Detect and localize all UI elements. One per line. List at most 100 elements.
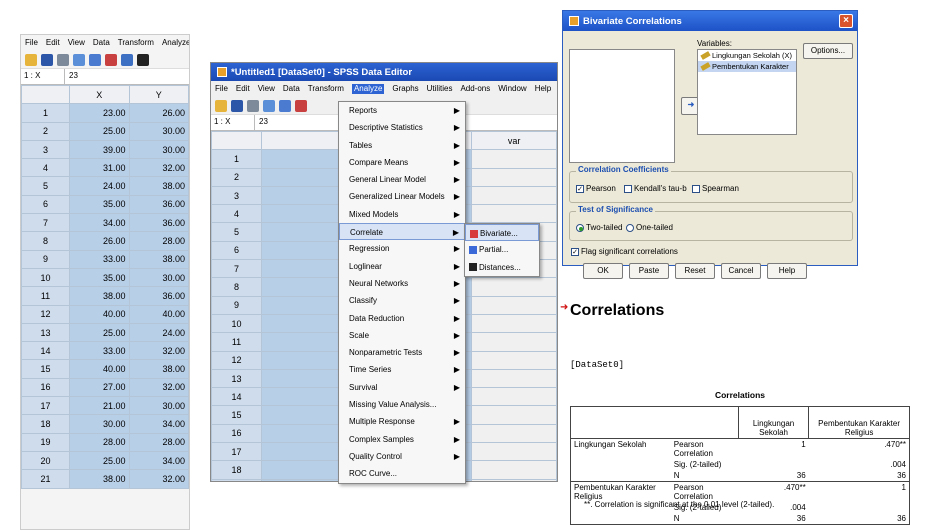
empty-cell[interactable] (471, 350, 557, 370)
row-number[interactable]: 5 (21, 176, 70, 196)
menu-item[interactable]: Complex Samples ▶ (339, 431, 465, 448)
data-cell[interactable]: 34.00 (69, 213, 130, 233)
empty-cell[interactable] (471, 149, 557, 169)
row-number[interactable]: 13 (211, 368, 262, 389)
row-number[interactable]: 3 (21, 139, 70, 160)
dialog-recall-icon[interactable] (73, 53, 85, 66)
row-number[interactable]: 9 (211, 295, 262, 315)
goto-chart-icon[interactable] (105, 53, 117, 66)
undo-icon[interactable] (279, 99, 291, 112)
menu-item-file[interactable]: File (215, 84, 228, 94)
dialog-recall-icon[interactable] (263, 99, 275, 112)
menu-item[interactable]: Correlate ▶ (339, 223, 465, 241)
empty-cell[interactable] (471, 405, 557, 425)
options-button[interactable]: Options... (803, 43, 853, 59)
data-cell[interactable]: 24.00 (69, 176, 130, 196)
data-cell[interactable]: 32.00 (128, 158, 189, 178)
data-cell[interactable]: 30.00 (128, 139, 189, 160)
data-cell[interactable]: 28.00 (69, 432, 130, 452)
empty-cell[interactable] (471, 387, 557, 407)
menu-item-file[interactable]: File (25, 38, 38, 48)
reset-button[interactable]: Reset (675, 263, 715, 279)
data-cell[interactable]: 38.00 (69, 469, 130, 489)
menu-item[interactable]: Generalized Linear Models ▶ (339, 188, 465, 205)
data-cell[interactable]: 23.00 (69, 103, 130, 123)
row-number[interactable]: 4 (211, 204, 262, 224)
menu-item[interactable]: Tables ▶ (339, 137, 465, 154)
row-number[interactable]: 18 (21, 414, 70, 434)
data-cell[interactable]: 36.00 (128, 194, 189, 215)
menu-item-edit[interactable]: Edit (46, 38, 60, 48)
empty-cell[interactable] (471, 368, 557, 389)
menu-item[interactable]: Regression ▶ (339, 240, 465, 257)
menu-item[interactable]: Scale ▶ (339, 327, 465, 344)
row-number[interactable]: 16 (21, 377, 70, 398)
row-number[interactable]: 14 (21, 341, 70, 361)
menu-item-transform[interactable]: Transform (118, 38, 154, 48)
row-number[interactable]: 3 (211, 185, 262, 206)
data-cell[interactable]: 39.00 (69, 139, 130, 160)
save-icon[interactable] (231, 99, 243, 112)
row-number[interactable]: 8 (21, 231, 70, 251)
data-cell[interactable]: 35.00 (69, 267, 130, 288)
save-icon[interactable] (41, 53, 53, 66)
row-number[interactable]: 5 (211, 222, 262, 242)
data-cell[interactable]: 25.00 (69, 322, 130, 343)
row-number[interactable]: 11 (211, 332, 262, 352)
submenu-item[interactable]: Distances... (465, 259, 539, 276)
menu-item-view[interactable]: View (258, 84, 275, 94)
row-number[interactable]: 13 (21, 322, 70, 343)
data-cell[interactable]: 40.00 (69, 359, 130, 379)
menu-item[interactable]: Reports ▶ (339, 102, 465, 119)
goto-chart-icon[interactable] (295, 99, 307, 112)
undo-icon[interactable] (89, 53, 101, 66)
data-cell[interactable]: 40.00 (128, 304, 189, 324)
data-cell[interactable]: 36.00 (128, 286, 189, 306)
menu-item-data[interactable]: Data (283, 84, 300, 94)
row-number[interactable]: 19 (21, 432, 70, 452)
row-number[interactable]: 16 (211, 423, 262, 444)
menu-item-data[interactable]: Data (93, 38, 110, 48)
empty-cell[interactable] (471, 332, 557, 352)
data-cell[interactable]: 36.00 (128, 213, 189, 233)
paste-button[interactable]: Paste (629, 263, 669, 279)
menu-item[interactable]: ROC Curve... (339, 465, 465, 482)
row-number[interactable]: 21 (21, 469, 70, 489)
empty-cell[interactable] (471, 277, 557, 297)
data-cell[interactable]: 38.00 (128, 249, 189, 269)
row-number[interactable]: 19 (211, 478, 262, 481)
ok-button[interactable]: OK (583, 263, 623, 279)
empty-cell[interactable] (471, 460, 557, 480)
target-variable-list[interactable]: Lingkungan Sekolah (X) Pembentukan Karakt… (697, 49, 797, 135)
menu-item[interactable]: Data Reduction ▶ (339, 310, 465, 327)
row-number[interactable]: 12 (21, 304, 70, 324)
row-number[interactable]: 17 (21, 396, 70, 416)
one-tailed-radio[interactable]: One-tailed (626, 223, 673, 232)
empty-cell[interactable] (471, 313, 557, 334)
help-button[interactable]: Help (767, 263, 807, 279)
data-cell[interactable]: 28.00 (128, 231, 189, 251)
row-number[interactable]: 20 (21, 450, 70, 471)
column-header[interactable]: X (69, 84, 130, 105)
row-number[interactable]: 18 (211, 460, 262, 480)
menu-item-addons[interactable]: Add-ons (460, 84, 490, 94)
data-cell[interactable]: 38.00 (128, 359, 189, 379)
row-number[interactable]: 6 (21, 194, 70, 215)
data-cell[interactable]: 30.00 (128, 396, 189, 416)
data-cell[interactable]: 30.00 (128, 121, 189, 141)
empty-cell[interactable] (471, 204, 557, 224)
data-cell[interactable]: 34.00 (128, 450, 189, 471)
data-cell[interactable]: 38.00 (69, 286, 130, 306)
cell-value[interactable]: 23 (255, 115, 272, 130)
menu-item[interactable]: Neural Networks ▶ (339, 275, 465, 292)
empty-cell[interactable] (471, 423, 557, 444)
data-cell[interactable]: 26.00 (69, 231, 130, 251)
data-cell[interactable]: 27.00 (69, 377, 130, 398)
print-icon[interactable] (57, 53, 69, 66)
data-cell[interactable]: 30.00 (128, 267, 189, 288)
data-cell[interactable]: 26.00 (128, 103, 189, 123)
find-icon[interactable] (137, 53, 149, 66)
variable-item[interactable]: Pembentukan Karakter (698, 61, 796, 72)
row-number[interactable]: 14 (211, 387, 262, 407)
row-number[interactable]: 17 (211, 442, 262, 462)
